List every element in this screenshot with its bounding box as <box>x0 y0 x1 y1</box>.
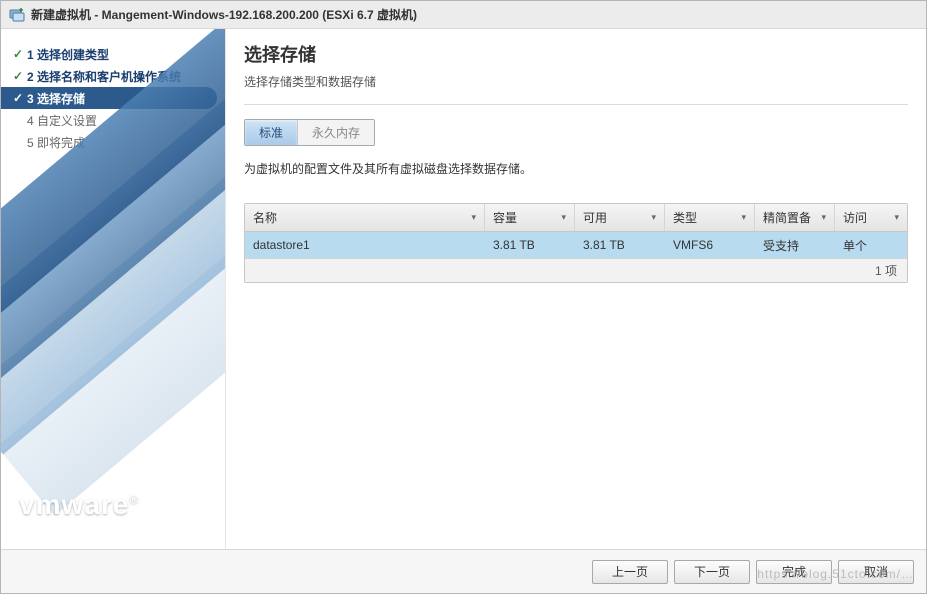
cell-access: 单个 <box>835 237 907 254</box>
cell-provision: 受支持 <box>755 237 835 254</box>
grid-body: datastore1 3.81 TB 3.81 TB VMFS6 受支持 单个 <box>245 232 907 258</box>
chevron-down-icon: ▾ <box>894 212 899 223</box>
finish-button[interactable]: 完成 <box>756 560 832 584</box>
grid-header: 名称 ▾ 容量 ▾ 可用 ▾ 类型 ▾ <box>245 204 907 232</box>
col-provision[interactable]: 精简置备 ▾ <box>755 204 835 231</box>
wizard-window: 新建虚拟机 - Mangement-Windows-192.168.200.20… <box>0 0 927 594</box>
table-row[interactable]: datastore1 3.81 TB 3.81 TB VMFS6 受支持 单个 <box>245 232 907 258</box>
wizard-footer: 上一页 下一页 完成 取消 https://blog.51cto.com/… <box>1 549 926 593</box>
window-title: 新建虚拟机 - Mangement-Windows-192.168.200.20… <box>31 6 417 23</box>
cell-name: datastore1 <box>245 238 485 252</box>
cell-free: 3.81 TB <box>575 238 665 252</box>
seg-pmem[interactable]: 永久内存 <box>297 120 374 145</box>
chevron-down-icon: ▾ <box>471 212 476 223</box>
title-bar: 新建虚拟机 - Mangement-Windows-192.168.200.20… <box>1 1 926 29</box>
col-access[interactable]: 访问 ▾ <box>835 204 907 231</box>
datastore-grid: 名称 ▾ 容量 ▾ 可用 ▾ 类型 ▾ <box>244 203 908 283</box>
check-icon: ✓ <box>11 69 25 83</box>
col-free[interactable]: 可用 ▾ <box>575 204 665 231</box>
next-button[interactable]: 下一页 <box>674 560 750 584</box>
seg-standard[interactable]: 标准 <box>245 120 297 145</box>
chevron-down-icon: ▾ <box>561 212 566 223</box>
col-type[interactable]: 类型 ▾ <box>665 204 755 231</box>
col-name[interactable]: 名称 ▾ <box>245 204 485 231</box>
page-title: 选择存储 <box>244 41 908 67</box>
grid-footer: 1 项 <box>245 258 907 282</box>
row-count: 1 项 <box>875 262 897 279</box>
main-panel: 选择存储 选择存储类型和数据存储 标准 永久内存 为虚拟机的配置文件及其所有虚拟… <box>226 29 926 549</box>
cell-capacity: 3.81 TB <box>485 238 575 252</box>
chevron-down-icon: ▾ <box>821 212 826 223</box>
chevron-down-icon: ▾ <box>651 212 656 223</box>
vmware-logo: vmware® <box>19 489 139 521</box>
new-vm-icon <box>9 7 25 23</box>
cancel-button[interactable]: 取消 <box>838 560 914 584</box>
chevron-down-icon: ▾ <box>741 212 746 223</box>
col-capacity[interactable]: 容量 ▾ <box>485 204 575 231</box>
check-icon: ✓ <box>11 91 25 105</box>
wizard-sidebar: vmware® ✓ 1 选择创建类型 ✓ 2 选择名称和客户机操作系统 ✓ 3 … <box>1 29 226 549</box>
cell-type: VMFS6 <box>665 238 755 252</box>
page-subtitle: 选择存储类型和数据存储 <box>244 73 908 105</box>
check-icon: ✓ <box>11 47 25 61</box>
instructions-text: 为虚拟机的配置文件及其所有虚拟磁盘选择数据存储。 <box>244 160 908 177</box>
storage-type-segment: 标准 永久内存 <box>244 119 375 146</box>
back-button[interactable]: 上一页 <box>592 560 668 584</box>
